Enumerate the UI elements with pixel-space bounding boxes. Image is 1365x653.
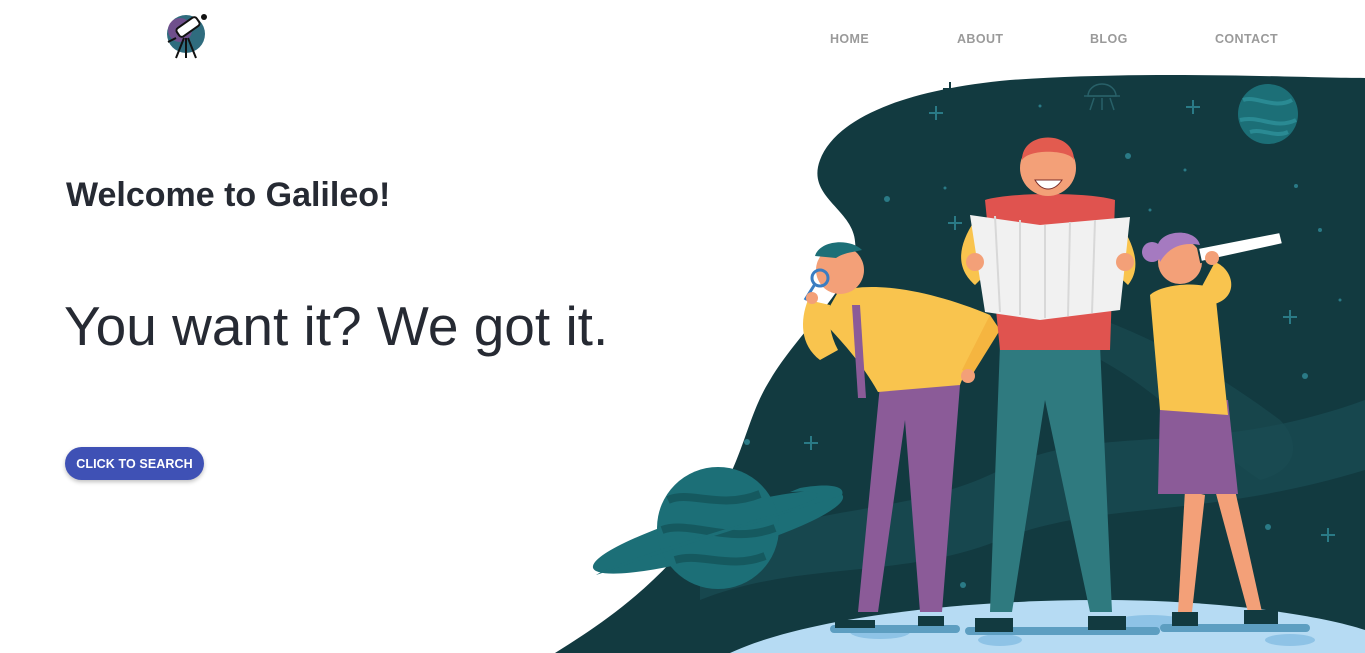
welcome-heading: Welcome to Galileo! <box>66 176 391 214</box>
hero-tagline: You want it? We got it. <box>64 295 609 357</box>
nav-blog-link[interactable]: BLOG <box>1090 32 1128 46</box>
nav-contact-link[interactable]: CONTACT <box>1215 32 1278 46</box>
planet-top-right <box>1238 84 1298 144</box>
search-button[interactable]: CLICK TO SEARCH <box>65 447 204 480</box>
top-navigation: HOME ABOUT BLOG CONTACT <box>0 0 1365 78</box>
nav-about-link[interactable]: ABOUT <box>957 32 1003 46</box>
nav-home-link[interactable]: HOME <box>830 32 869 46</box>
landing-page: HOME ABOUT BLOG CONTACT Welcome to Galil… <box>0 0 1365 653</box>
